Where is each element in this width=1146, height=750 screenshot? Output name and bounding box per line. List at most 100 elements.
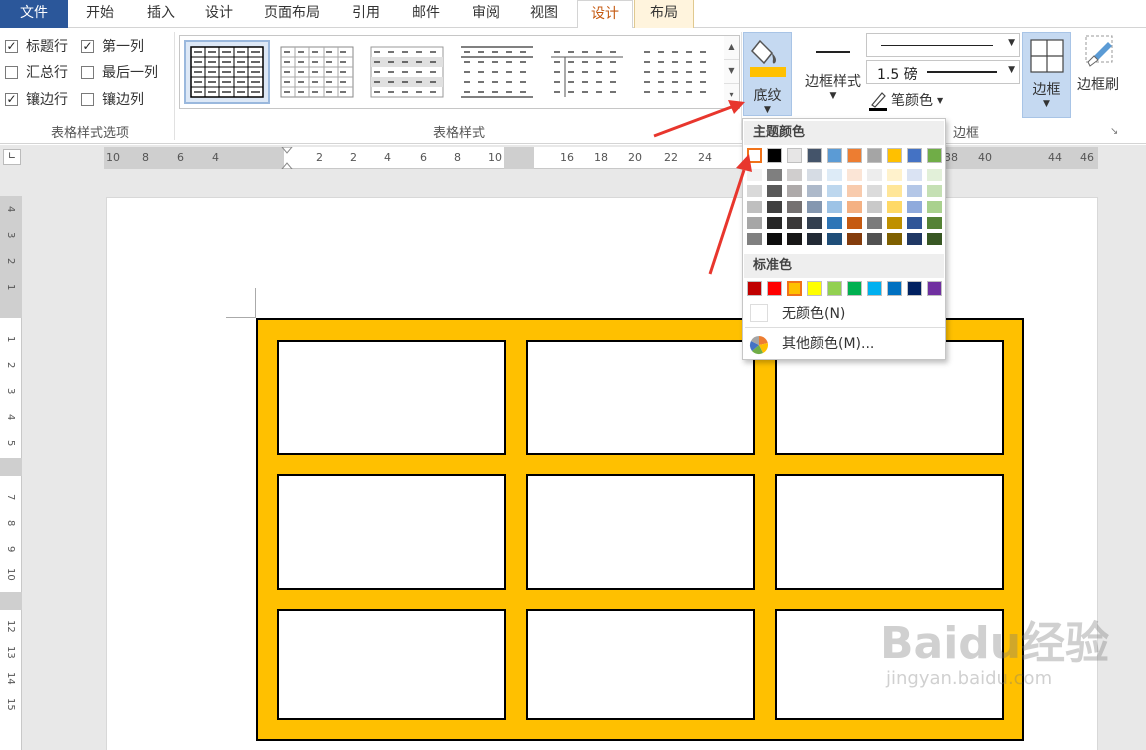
tab-references[interactable]: 引用 bbox=[340, 0, 392, 28]
theme-shade-swatch[interactable] bbox=[887, 233, 902, 245]
theme-shade-swatch[interactable] bbox=[807, 169, 822, 181]
theme-shade-swatch[interactable] bbox=[827, 169, 842, 181]
theme-shade-swatch[interactable] bbox=[867, 169, 882, 181]
theme-shade-swatch[interactable] bbox=[767, 185, 782, 197]
theme-color-swatch[interactable] bbox=[907, 148, 922, 163]
line-style-dropdown[interactable]: ▼ bbox=[866, 33, 1020, 57]
table-style-plain[interactable] bbox=[634, 40, 720, 104]
theme-shade-swatch[interactable] bbox=[827, 201, 842, 213]
theme-shade-swatch[interactable] bbox=[787, 217, 802, 229]
checkbox-first-column[interactable]: ✓ 第一列 bbox=[81, 36, 144, 56]
standard-color-swatch[interactable] bbox=[807, 281, 822, 296]
theme-shade-swatch[interactable] bbox=[767, 201, 782, 213]
theme-shade-swatch[interactable] bbox=[827, 185, 842, 197]
pen-color-button[interactable]: 笔颜色 ▼ bbox=[868, 88, 958, 112]
scroll-up-icon[interactable]: ▲ bbox=[724, 36, 739, 60]
vertical-ruler[interactable]: 4 3 2 1 1 2 3 4 5 7 8 9 10 12 13 14 15 bbox=[0, 196, 22, 750]
theme-shade-swatch[interactable] bbox=[767, 217, 782, 229]
border-styles-button[interactable]: 边框样式 ▼ bbox=[800, 36, 866, 118]
borders-button[interactable]: 边框 ▼ bbox=[1022, 32, 1071, 118]
tab-design[interactable]: 设计 bbox=[193, 0, 245, 28]
checkbox-box[interactable] bbox=[5, 65, 18, 79]
standard-color-swatch[interactable] bbox=[907, 281, 922, 296]
line-weight-dropdown[interactable]: 1.5 磅 ▼ bbox=[866, 60, 1020, 84]
standard-color-swatch[interactable] bbox=[787, 281, 802, 296]
theme-shade-swatch[interactable] bbox=[907, 169, 922, 181]
table-cell[interactable] bbox=[277, 474, 506, 590]
theme-color-swatch[interactable] bbox=[927, 148, 942, 163]
theme-shade-swatch[interactable] bbox=[787, 201, 802, 213]
theme-shade-swatch[interactable] bbox=[847, 185, 862, 197]
checkbox-box[interactable] bbox=[81, 92, 94, 106]
indent-marker-icon[interactable] bbox=[280, 147, 294, 169]
tab-insert[interactable]: 插入 bbox=[133, 0, 189, 28]
table-style-plain-grid[interactable] bbox=[274, 40, 360, 104]
checkbox-total-row[interactable]: 汇总行 bbox=[5, 62, 68, 82]
theme-shade-swatch[interactable] bbox=[867, 201, 882, 213]
theme-shade-swatch[interactable] bbox=[927, 201, 942, 213]
theme-color-swatch[interactable] bbox=[807, 148, 822, 163]
theme-shade-swatch[interactable] bbox=[847, 169, 862, 181]
table-style-grid[interactable] bbox=[184, 40, 270, 104]
tab-view[interactable]: 视图 bbox=[518, 0, 570, 28]
theme-color-swatch[interactable] bbox=[827, 148, 842, 163]
tab-table-layout[interactable]: 布局 bbox=[634, 0, 694, 28]
table-cell[interactable] bbox=[775, 474, 1004, 590]
theme-shade-swatch[interactable] bbox=[887, 201, 902, 213]
theme-shade-swatch[interactable] bbox=[827, 233, 842, 245]
table-style-shaded-grid[interactable] bbox=[364, 40, 450, 104]
theme-shade-swatch[interactable] bbox=[927, 185, 942, 197]
theme-shade-swatch[interactable] bbox=[887, 185, 902, 197]
theme-shade-swatch[interactable] bbox=[787, 169, 802, 181]
theme-shade-swatch[interactable] bbox=[807, 233, 822, 245]
standard-color-swatch[interactable] bbox=[827, 281, 842, 296]
table-cell[interactable] bbox=[277, 340, 506, 455]
shading-button[interactable]: 底纹 ▼ bbox=[743, 32, 792, 116]
table-cell[interactable] bbox=[277, 609, 506, 720]
theme-shade-swatch[interactable] bbox=[767, 233, 782, 245]
border-painter-button[interactable]: 边框刷 bbox=[1074, 34, 1122, 104]
theme-shade-swatch[interactable] bbox=[787, 185, 802, 197]
theme-color-swatch[interactable] bbox=[767, 148, 782, 163]
theme-shade-swatch[interactable] bbox=[867, 217, 882, 229]
theme-shade-swatch[interactable] bbox=[767, 169, 782, 181]
checkbox-box[interactable]: ✓ bbox=[5, 39, 18, 53]
theme-shade-swatch[interactable] bbox=[927, 169, 942, 181]
table-cell[interactable] bbox=[526, 340, 755, 455]
theme-color-swatch[interactable] bbox=[847, 148, 862, 163]
theme-shade-swatch[interactable] bbox=[887, 169, 902, 181]
standard-color-swatch[interactable] bbox=[847, 281, 862, 296]
table-cell[interactable] bbox=[526, 474, 755, 590]
standard-color-swatch[interactable] bbox=[747, 281, 762, 296]
theme-shade-swatch[interactable] bbox=[847, 201, 862, 213]
theme-shade-swatch[interactable] bbox=[867, 185, 882, 197]
checkbox-box[interactable]: ✓ bbox=[5, 92, 18, 106]
tab-mailings[interactable]: 邮件 bbox=[400, 0, 452, 28]
theme-shade-swatch[interactable] bbox=[827, 217, 842, 229]
theme-shade-swatch[interactable] bbox=[907, 233, 922, 245]
theme-shade-swatch[interactable] bbox=[867, 233, 882, 245]
table-style-header-lines[interactable] bbox=[544, 40, 630, 104]
theme-color-swatch[interactable] bbox=[787, 148, 802, 163]
standard-color-swatch[interactable] bbox=[867, 281, 882, 296]
tab-page-layout[interactable]: 页面布局 bbox=[252, 0, 332, 28]
theme-shade-swatch[interactable] bbox=[907, 185, 922, 197]
more-colors-item[interactable]: 其他颜色(M)... bbox=[745, 331, 945, 357]
theme-shade-swatch[interactable] bbox=[847, 233, 862, 245]
theme-shade-swatch[interactable] bbox=[927, 217, 942, 229]
tab-stop-selector[interactable]: ∟ bbox=[3, 149, 21, 165]
scroll-down-icon[interactable]: ▼ bbox=[724, 60, 739, 84]
tab-review[interactable]: 审阅 bbox=[460, 0, 512, 28]
theme-shade-swatch[interactable] bbox=[807, 185, 822, 197]
standard-color-swatch[interactable] bbox=[927, 281, 942, 296]
theme-shade-swatch[interactable] bbox=[927, 233, 942, 245]
theme-shade-swatch[interactable] bbox=[807, 217, 822, 229]
tab-table-design[interactable]: 设计 bbox=[577, 0, 633, 29]
theme-shade-swatch[interactable] bbox=[847, 217, 862, 229]
theme-shade-swatch[interactable] bbox=[907, 217, 922, 229]
checkbox-last-column[interactable]: 最后一列 bbox=[81, 62, 158, 82]
standard-color-swatch[interactable] bbox=[767, 281, 782, 296]
horizontal-ruler[interactable]: 10 8 6 4 2 2 4 6 8 10 16 18 20 22 24 38 … bbox=[104, 147, 1098, 169]
standard-color-swatch[interactable] bbox=[887, 281, 902, 296]
no-color-item[interactable]: 无颜色(N) bbox=[745, 301, 945, 327]
